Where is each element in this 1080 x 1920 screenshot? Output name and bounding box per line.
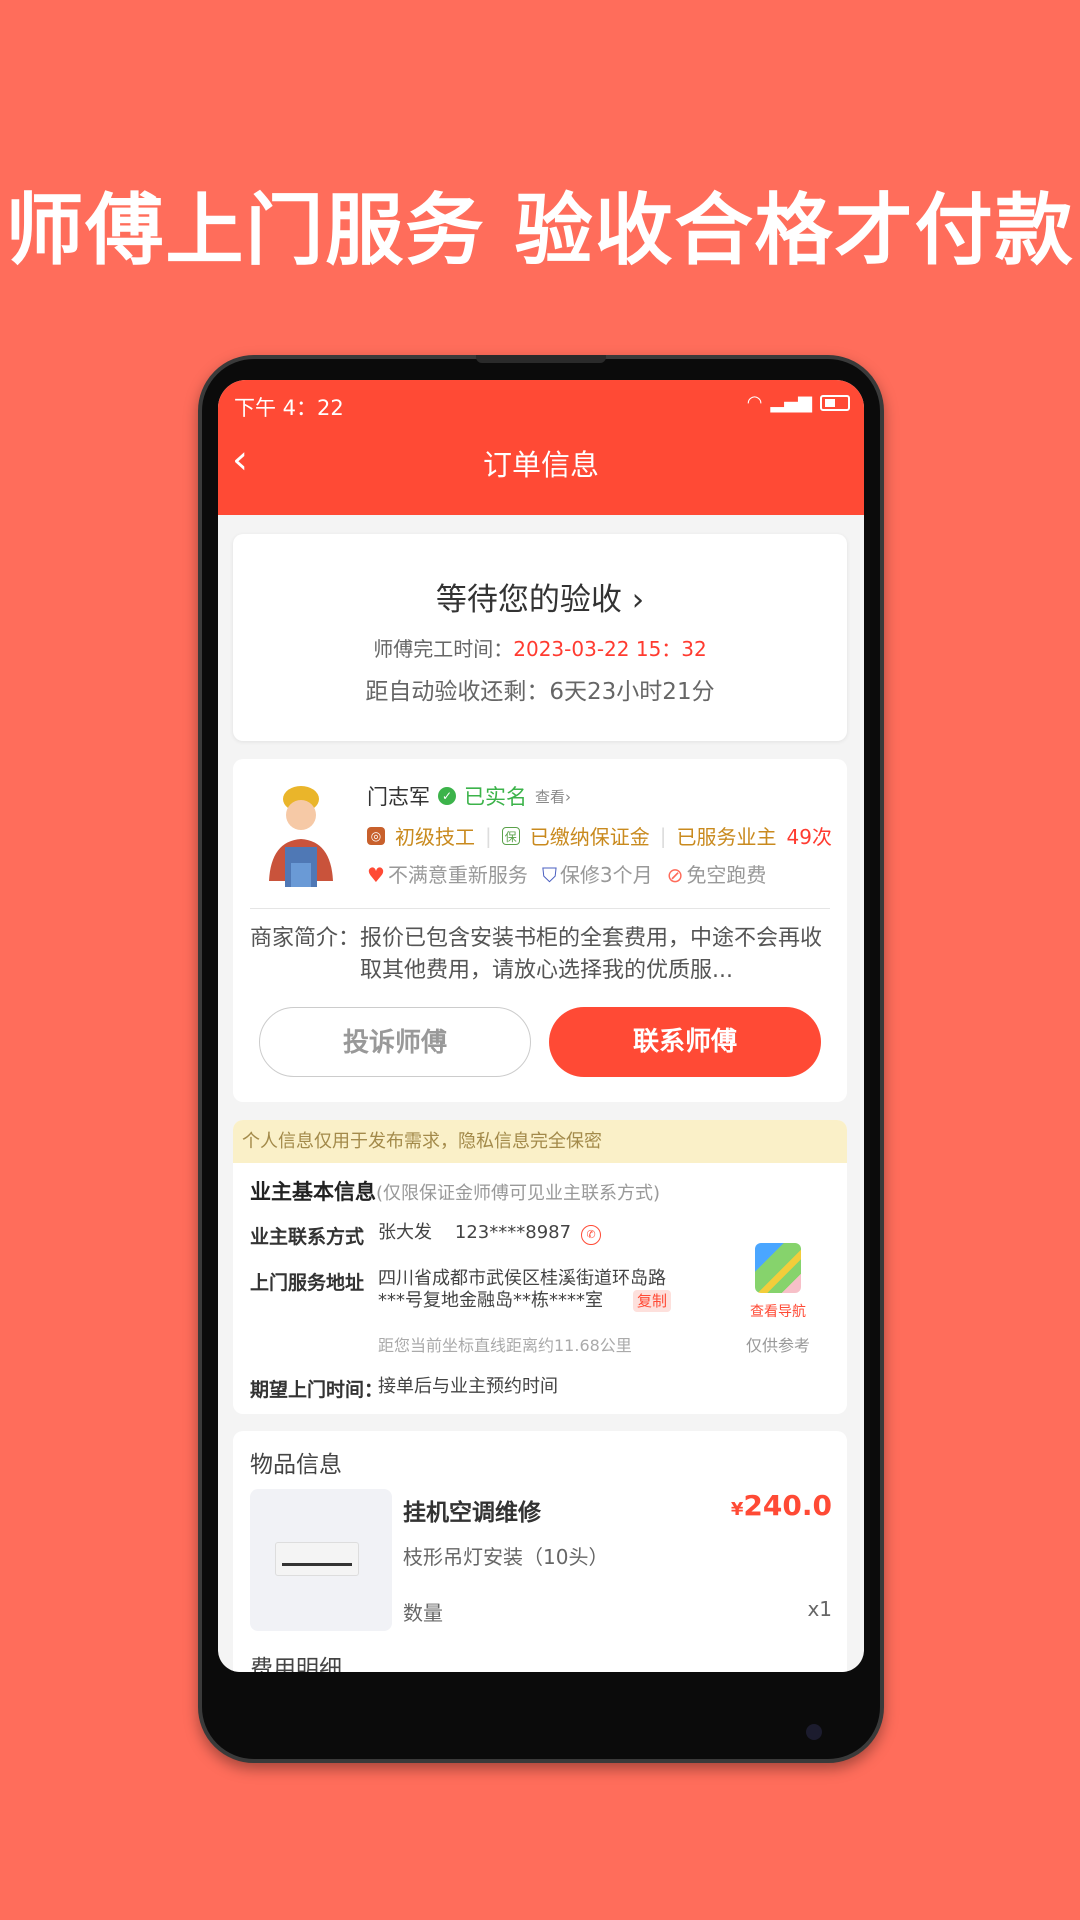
product-price: ¥240.0 (730, 1489, 832, 1522)
navigate-link[interactable]: 查看导航 (743, 1301, 813, 1321)
distance: 距您当前坐标直线距离约11.68公里 (378, 1336, 632, 1355)
battery-icon (820, 394, 850, 411)
status-icons: ◠ ▂▄▆ (747, 392, 850, 413)
phone-icon[interactable]: ✆ (581, 1225, 602, 1245)
page-title: 订单信息 (482, 448, 599, 482)
privacy-banner: 个人信息仅用于发布需求，隐私信息完全保密 (233, 1120, 847, 1163)
camera-icon (806, 1724, 822, 1740)
served-count: 49次 (786, 825, 832, 849)
header: 下午 4：22 ◠ ▂▄▆ ‹ 订单信息 (218, 380, 864, 515)
copy-button[interactable]: 复制 (633, 1290, 672, 1312)
status-time: 下午 4：22 (234, 396, 344, 420)
address-value: 四川省成都市武侯区桂溪街道环岛路***号复地金融岛**栋****室 复制 (378, 1268, 688, 1312)
intro-label: 商家简介： (250, 926, 361, 951)
visit-time-value: 接单后与业主预约时间 (378, 1376, 558, 1397)
reference-note: 仅供参考 (745, 1336, 810, 1355)
worker-level: 初级技工 (395, 825, 475, 849)
promo-headline: 师傅上门服务 验收合格才付款 (5, 186, 1075, 276)
wifi-icon: ◠ (746, 392, 763, 413)
contact-worker-button[interactable]: 联系师傅 (549, 1007, 821, 1077)
finish-time: 师傅完工时间：2023-03-22 15：32 (233, 633, 847, 662)
contact-label: 业主联系方式 (250, 1226, 365, 1248)
owner-info-card: 个人信息仅用于发布需求，隐私信息完全保密 业主基本信息(仅限保证金师傅可见业主联… (233, 1120, 847, 1414)
finish-time-value: 2023-03-22 15：32 (513, 637, 707, 661)
address-label: 上门服务地址 (250, 1272, 365, 1294)
product-image (250, 1489, 392, 1631)
worker-avatar (269, 786, 333, 887)
intro-text: 报价已包含安装书柜的全套费用，中途不会再收取其他费用，请放心选择我的优质服... (360, 926, 823, 983)
visit-time-label: 期望上门时间： (250, 1379, 384, 1401)
verified-badge: 已实名 (464, 785, 527, 809)
merchant-intro: 商家简介： 报价已包含安装书柜的全套费用，中途不会再收取其他费用，请放心选择我的… (250, 923, 830, 987)
quantity-value: x1 (807, 1597, 832, 1621)
finish-label: 师傅完工时间： (373, 637, 514, 661)
worker-name: 门志军 (367, 785, 430, 809)
owner-section-title: 业主基本信息(仅限保证金师傅可见业主联系方式) (250, 1180, 661, 1204)
worker-name-row: 门志军 ✓ 已实名 查看› (367, 781, 571, 811)
heart-icon: ♥ (367, 863, 385, 887)
chevron-right-icon: › (631, 582, 645, 618)
signal-icon: ▂▄▆ (770, 392, 812, 413)
order-status[interactable]: 等待您的验收 › (233, 574, 847, 619)
status-text: 等待您的验收 (435, 582, 622, 618)
app-screen: 下午 4：22 ◠ ▂▄▆ ‹ 订单信息 等待您的验收 › 师傅完工时间：202… (218, 380, 864, 1672)
guarantee-item: ♥ 不满意重新服务 (367, 863, 528, 887)
auto-accept-countdown: 距自动验收还剩：6天23小时21分 (365, 679, 715, 705)
product-spec: 枝形吊灯安装（10头） (403, 1545, 609, 1569)
wrench-shield-icon: ⛉ (541, 863, 557, 887)
goods-title: 物品信息 (250, 1452, 342, 1478)
phone-notch (476, 355, 606, 363)
check-circle-icon: ✓ (438, 787, 456, 805)
air-conditioner-image (275, 1542, 359, 1576)
status-card[interactable]: 等待您的验收 › 师傅完工时间：2023-03-22 15：32 距自动验收还剩… (233, 534, 847, 741)
served-label: 已服务业主 (676, 825, 777, 849)
medal-icon: ◎ (367, 826, 385, 845)
worker-badges: ◎ 初级技工 | 保 已缴纳保证金 | 已服务业主 49次 (367, 821, 832, 850)
contact-value: 张大发 123****8987 ✆ (378, 1222, 602, 1245)
guarantee-item: ⊘ 免空跑费 (666, 863, 767, 887)
divider (250, 908, 830, 909)
shield-icon: 保 (501, 826, 520, 845)
fee-detail-title: 费用明细 (250, 1656, 342, 1672)
worker-card: 门志军 ✓ 已实名 查看› ◎ 初级技工 | 保 已缴纳保证金 | 已服务业主 49次… (233, 759, 847, 1102)
view-link[interactable]: 查看› (535, 786, 571, 807)
product-name: 挂机空调维修 (403, 1500, 541, 1526)
quantity-label: 数量 (403, 1601, 443, 1625)
map-icon[interactable] (755, 1243, 801, 1293)
yen-icon: ⊘ (666, 863, 684, 887)
complain-button[interactable]: 投诉师傅 (259, 1007, 531, 1077)
deposit-badge: 已缴纳保证金 (529, 825, 650, 849)
guarantee-item: ⛉ 保修3个月 (541, 863, 653, 887)
guarantees: ♥ 不满意重新服务 ⛉ 保修3个月 ⊘ 免空跑费 (367, 859, 766, 888)
goods-card: 物品信息 挂机空调维修 ¥240.0 枝形吊灯安装（10头） 数量 x1 费用明… (233, 1431, 847, 1672)
